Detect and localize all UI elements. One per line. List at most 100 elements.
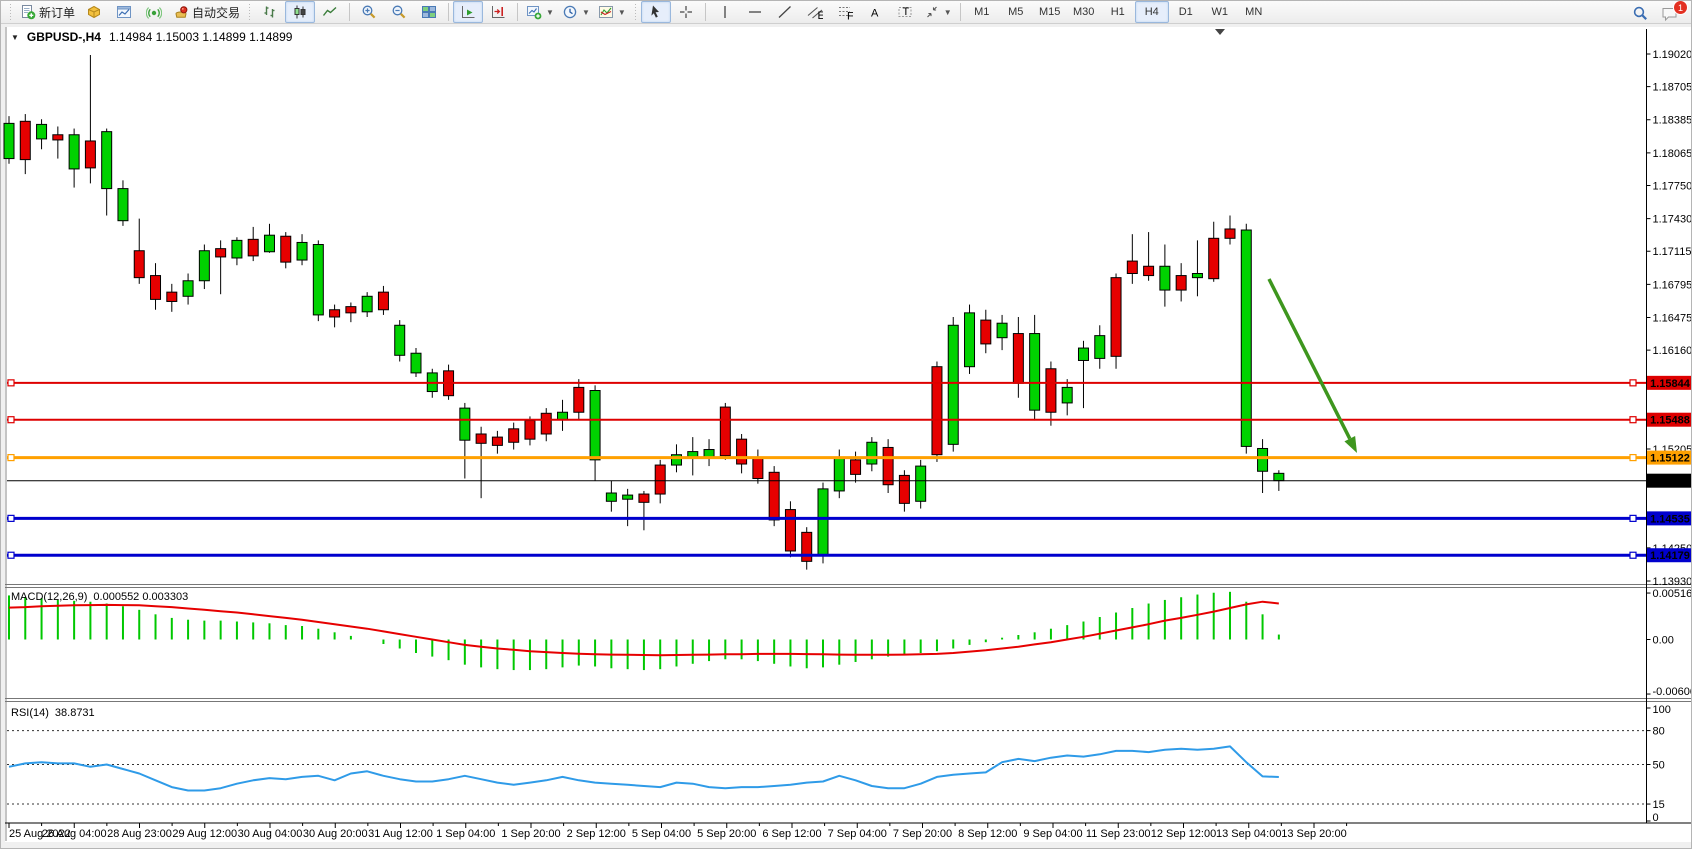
signals-button[interactable] [139,1,169,23]
candlestick-chart-button[interactable] [285,1,315,23]
vertical-line-tool-button[interactable] [710,1,740,23]
candle-body [867,442,877,464]
chart-ohlc-values: 1.14984 1.15003 1.14899 1.14899 [109,30,293,44]
candle-body [1225,229,1235,238]
macd-indicator-label: MACD(12,26,9) [11,591,87,603]
hline-handle[interactable] [1630,380,1636,386]
periods-button[interactable]: ▼ [558,1,594,23]
chart-shift-button[interactable] [483,1,513,23]
hline-handle[interactable] [1630,455,1636,461]
rsi-axis-label: 0 [1653,812,1659,824]
hline-handle[interactable] [1630,515,1636,521]
timeframe-button-MN[interactable]: MN [1237,1,1271,23]
horizontal-line-tool-button[interactable] [740,1,770,23]
toolbar-separator [960,3,961,21]
candle-body [313,245,323,315]
trendline-tool-button[interactable] [770,1,800,23]
auto-scroll-button[interactable] [453,1,483,23]
zoom-out-button[interactable] [384,1,414,23]
candle-body [769,472,779,520]
candle-body [802,532,812,561]
chart-title-bar: ▼ GBPUSD-,H4 1.14984 1.15003 1.14899 1.1… [11,30,292,44]
candle-body [1062,387,1072,403]
templates-button[interactable]: ▼ [594,1,630,23]
chart-area[interactable]: 1.190201.187051.183851.180651.177501.174… [1,25,1692,842]
timeframe-button-M5[interactable]: M5 [999,1,1033,23]
candle [785,501,795,557]
text-label-icon: T [897,4,913,20]
chart-canvas[interactable]: 1.190201.187051.183851.180651.177501.174… [1,25,1692,842]
crosshair-tool-button[interactable] [671,1,701,23]
bar-chart-button[interactable] [255,1,285,23]
timeframe-button-M1[interactable]: M1 [965,1,999,23]
timeframe-button-M15[interactable]: M15 [1033,1,1067,23]
fibonacci-tool-button[interactable]: F [830,1,860,23]
rsi-axis-label: 50 [1653,760,1665,772]
timeframe-button-D1[interactable]: D1 [1169,1,1203,23]
text-tool-button[interactable]: A [860,1,890,23]
candle-body [1078,348,1088,360]
timeframe-button-M30[interactable]: M30 [1067,1,1101,23]
candle-body [1144,266,1154,275]
macd-axis-label: 0.00 [1653,635,1674,647]
candle-body [102,132,112,189]
candle-body [1192,274,1202,278]
hline-handle[interactable] [8,552,14,558]
candle-body [1046,369,1056,412]
text-label-tool-button[interactable]: T [890,1,920,23]
candle [395,320,405,361]
candle-body [997,323,1007,337]
hline-handle[interactable] [8,455,14,461]
line-chart-icon [322,4,338,20]
new-order-button[interactable]: 新订单 [16,1,79,23]
rsi-indicator-label: RSI(14) [11,707,49,719]
hline-handle[interactable] [8,515,14,521]
candle-body [509,429,519,442]
price-axis-label: 1.17430 [1653,214,1692,226]
time-axis-label: 9 Sep 04:00 [1023,828,1082,840]
new-chart-button[interactable]: ▼ [522,1,558,23]
arrows-tool-button[interactable]: ▼ [920,1,956,23]
chat-button[interactable]: 1 [1655,2,1685,24]
line-chart-button[interactable] [315,1,345,23]
market-watch-button[interactable] [79,1,109,23]
tile-windows-button[interactable] [414,1,444,23]
signal-icon [146,4,162,20]
timeframe-button-W1[interactable]: W1 [1203,1,1237,23]
price-axis-label: 1.19020 [1653,49,1692,61]
terminal-window: 新订单 自动交易 [0,0,1692,849]
candle-body [916,466,926,501]
time-axis-label: 8 Sep 12:00 [958,828,1017,840]
auto-trading-button[interactable]: 自动交易 [169,1,244,23]
timeframe-button-H1[interactable]: H1 [1101,1,1135,23]
toolbar-separator [349,3,350,21]
timeframe-button-H4[interactable]: H4 [1135,1,1169,23]
zoom-in-button[interactable] [354,1,384,23]
channel-icon: E [807,4,823,20]
hline-handle[interactable] [1630,552,1636,558]
chevron-down-icon: ▼ [618,8,626,17]
candle-body [981,320,991,344]
toolbar-grip [633,4,638,20]
candle-body [655,465,665,494]
candle-body [134,251,144,278]
svg-text:F: F [847,11,853,21]
candle-body [574,387,584,412]
macd-axis-label: 0.005166 [1653,588,1692,600]
search-button[interactable] [1625,2,1655,24]
time-axis-label: 12 Sep 12:00 [1151,828,1216,840]
candle-body [476,434,486,443]
symbol-dropdown-icon[interactable]: ▼ [11,33,19,42]
hline-handle[interactable] [1630,417,1636,423]
toolbar-right-tools: 1 [1625,2,1685,24]
hline-handle[interactable] [8,380,14,386]
cursor-tool-button[interactable] [641,1,671,23]
candle-body [1111,278,1121,357]
hline-handle[interactable] [8,417,14,423]
text-icon: A [867,4,883,20]
candle-body [378,292,388,310]
equidistant-channel-tool-button[interactable]: E [800,1,830,23]
chevron-down-icon: ▼ [582,8,590,17]
chart-window-button[interactable] [109,1,139,23]
rsi-axis-label: 15 [1653,799,1665,811]
